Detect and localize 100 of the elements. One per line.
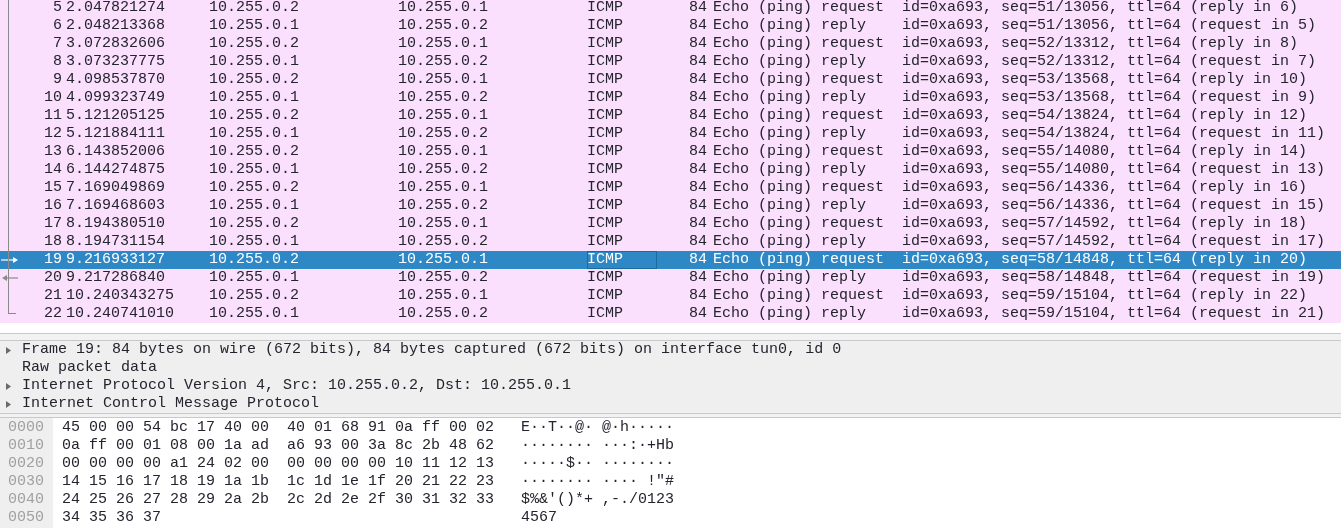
packet-row[interactable]: 11 5.121205125 10.255.0.2 10.255.0.1 ICMP 84 Echo (ping) request id=0xa693, seq=54/13824, ttl=64 (reply in 12)	[0, 107, 1341, 125]
packet-time: 4.098537870	[66, 71, 167, 89]
byte-offset: 0020	[7, 455, 45, 473]
packet-number: 8	[52, 53, 62, 71]
packet-protocol: ICMP	[587, 233, 624, 251]
packet-time: 5.121884111	[66, 125, 167, 143]
packet-row[interactable]: 17 8.194380510 10.255.0.2 10.255.0.1 ICMP 84 Echo (ping) request id=0xa693, seq=57/14592, ttl=64 (reply in 18)	[0, 215, 1341, 233]
packet-protocol: ICMP	[587, 125, 624, 143]
ascii-bytes: E··T··@· @·h·····	[521, 419, 675, 437]
packet-destination: 10.255.0.2	[398, 89, 489, 107]
packet-source: 10.255.0.1	[209, 161, 300, 179]
packet-destination: 10.255.0.2	[398, 161, 489, 179]
packet-destination: 10.255.0.1	[398, 0, 489, 17]
packet-protocol: ICMP	[587, 161, 624, 179]
packet-row[interactable]: 22 10.240741010 10.255.0.1 10.255.0.2 ICMP 84 Echo (ping) reply id=0xa693, seq=59/15104, ttl=64 (request in 21)	[0, 305, 1341, 323]
expand-triangle-icon[interactable]	[6, 401, 11, 408]
packet-info: Echo (ping) request id=0xa693, seq=53/13568, ttl=64 (reply in 10)	[713, 71, 1308, 89]
packet-time: 10.240343275	[66, 287, 176, 305]
packet-length: 84	[688, 125, 707, 143]
packet-info: Echo (ping) reply id=0xa693, seq=58/14848, ttl=64 (request in 19)	[713, 269, 1326, 287]
packet-row[interactable]: 6 2.048213368 10.255.0.1 10.255.0.2 ICMP 84 Echo (ping) reply id=0xa693, seq=51/13056, ttl=64 (request in 5)	[0, 17, 1341, 35]
detail-item[interactable]: Frame 19: 84 bytes on wire (672 bits), 84 bytes captured (672 bits) on interface tun0, id 0	[22, 341, 842, 359]
packet-protocol: ICMP	[587, 287, 624, 305]
packet-row[interactable]: 16 7.169468603 10.255.0.1 10.255.0.2 ICMP 84 Echo (ping) reply id=0xa693, seq=56/14336, ttl=64 (request in 15)	[0, 197, 1341, 215]
expand-triangle-icon[interactable]	[6, 383, 11, 390]
packet-source: 10.255.0.1	[209, 53, 300, 71]
packet-row[interactable]: 10 4.099323749 10.255.0.1 10.255.0.2 ICMP 84 Echo (ping) reply id=0xa693, seq=53/13568, ttl=64 (request in 9)	[0, 89, 1341, 107]
packet-destination: 10.255.0.1	[398, 179, 489, 197]
hex-bytes: 45 00 00 54 bc 17 40 00 40 01 68 91 0a ff 00 02	[62, 419, 496, 437]
packet-time: 2.047821274	[66, 0, 167, 17]
packet-row[interactable]: 5 2.047821274 10.255.0.2 10.255.0.1 ICMP 84 Echo (ping) request id=0xa693, seq=51/13056, ttl=64 (reply in 6)	[0, 0, 1341, 17]
hex-bytes: 14 15 16 17 18 19 1a 1b 1c 1d 1e 1f 20 21 22 23	[62, 473, 496, 491]
expand-triangle-icon[interactable]	[6, 347, 11, 354]
packet-row[interactable]: 20 9.217286840 10.255.0.1 10.255.0.2 ICMP 84 Echo (ping) reply id=0xa693, seq=58/14848, ttl=64 (request in 19)	[0, 269, 1341, 287]
packet-time: 8.194731154	[66, 233, 167, 251]
packet-row[interactable]: 15 7.169049869 10.255.0.2 10.255.0.1 ICMP 84 Echo (ping) request id=0xa693, seq=56/14336, ttl=64 (reply in 16)	[0, 179, 1341, 197]
packet-info: Echo (ping) request id=0xa693, seq=58/14848, ttl=64 (reply in 20)	[713, 251, 1308, 269]
packet-length: 84	[688, 71, 707, 89]
detail-item[interactable]: Internet Protocol Version 4, Src: 10.255.0.2, Dst: 10.255.0.1	[22, 377, 572, 395]
packet-destination: 10.255.0.2	[398, 197, 489, 215]
packet-info: Echo (ping) reply id=0xa693, seq=52/13312, ttl=64 (request in 7)	[713, 53, 1317, 71]
packet-source: 10.255.0.2	[209, 287, 300, 305]
packet-info: Echo (ping) request id=0xa693, seq=51/13056, ttl=64 (reply in 6)	[713, 0, 1299, 17]
packet-row[interactable]: 21 10.240343275 10.255.0.2 10.255.0.1 ICMP 84 Echo (ping) request id=0xa693, seq=59/15104, ttl=64 (reply in 22)	[0, 287, 1341, 305]
packet-row[interactable]: 18 8.194731154 10.255.0.1 10.255.0.2 ICMP 84 Echo (ping) reply id=0xa693, seq=57/14592, ttl=64 (request in 17)	[0, 233, 1341, 251]
packet-length: 84	[688, 305, 707, 323]
packet-time: 7.169049869	[66, 179, 167, 197]
packet-destination: 10.255.0.2	[398, 17, 489, 35]
packet-destination: 10.255.0.1	[398, 215, 489, 233]
byte-offset: 0040	[7, 491, 45, 509]
packet-protocol: ICMP	[587, 89, 624, 107]
detail-item[interactable]: Raw packet data	[22, 359, 158, 377]
byte-offset: 0050	[7, 509, 45, 527]
byte-offset: 0030	[7, 473, 45, 491]
packet-number: 15	[43, 179, 62, 197]
packet-row[interactable]: 9 4.098537870 10.255.0.2 10.255.0.1 ICMP 84 Echo (ping) request id=0xa693, seq=53/13568, ttl=64 (reply in 10)	[0, 71, 1341, 89]
packet-source: 10.255.0.2	[209, 35, 300, 53]
packet-info: Echo (ping) reply id=0xa693, seq=53/13568, ttl=64 (request in 9)	[713, 89, 1317, 107]
packet-row[interactable]: 7 3.072832606 10.255.0.2 10.255.0.1 ICMP 84 Echo (ping) request id=0xa693, seq=52/13312, ttl=64 (reply in 8)	[0, 35, 1341, 53]
packet-number: 14	[43, 161, 62, 179]
packet-info: Echo (ping) reply id=0xa693, seq=51/13056, ttl=64 (request in 5)	[713, 17, 1317, 35]
ascii-bytes: ········ ···:·+Hb	[521, 437, 675, 455]
packet-row[interactable]: 19 9.216933127 10.255.0.2 10.255.0.1 ICMP 84 Echo (ping) request id=0xa693, seq=58/14848, ttl=64 (reply in 20)	[0, 251, 1341, 269]
ascii-bytes: ·····$·· ········	[521, 455, 675, 473]
packet-source: 10.255.0.1	[209, 17, 300, 35]
packet-time: 9.217286840	[66, 269, 167, 287]
packet-length: 84	[688, 35, 707, 53]
packet-length: 84	[688, 143, 707, 161]
packet-info: Echo (ping) request id=0xa693, seq=55/14080, ttl=64 (reply in 14)	[713, 143, 1308, 161]
packet-row[interactable]: 8 3.073237775 10.255.0.1 10.255.0.2 ICMP 84 Echo (ping) reply id=0xa693, seq=52/13312, ttl=64 (request in 7)	[0, 53, 1341, 71]
packet-number: 7	[52, 35, 62, 53]
packet-destination: 10.255.0.2	[398, 269, 489, 287]
packet-row[interactable]: 14 6.144274875 10.255.0.1 10.255.0.2 ICMP 84 Echo (ping) reply id=0xa693, seq=55/14080, ttl=64 (request in 13)	[0, 161, 1341, 179]
packet-info: Echo (ping) request id=0xa693, seq=59/15104, ttl=64 (reply in 22)	[713, 287, 1308, 305]
packet-number: 21	[43, 287, 62, 305]
packet-source: 10.255.0.1	[209, 233, 300, 251]
packet-number: 22	[43, 305, 62, 323]
packet-info: Echo (ping) request id=0xa693, seq=52/13312, ttl=64 (reply in 8)	[713, 35, 1299, 53]
packet-number: 18	[43, 233, 62, 251]
packet-time: 3.072832606	[66, 35, 167, 53]
packet-length: 84	[688, 269, 707, 287]
hex-bytes: 0a ff 00 01 08 00 1a ad a6 93 00 3a 8c 2b 48 62	[62, 437, 496, 455]
packet-number: 12	[43, 125, 62, 143]
packet-number: 11	[43, 107, 62, 125]
packet-number: 9	[52, 71, 62, 89]
packet-row[interactable]: 12 5.121884111 10.255.0.1 10.255.0.2 ICMP 84 Echo (ping) reply id=0xa693, seq=54/13824, ttl=64 (request in 11)	[0, 125, 1341, 143]
packet-info: Echo (ping) reply id=0xa693, seq=54/13824, ttl=64 (request in 11)	[713, 125, 1326, 143]
packet-destination: 10.255.0.2	[398, 233, 489, 251]
detail-item[interactable]: Internet Control Message Protocol	[22, 395, 320, 413]
packet-destination: 10.255.0.2	[398, 53, 489, 71]
packet-protocol: ICMP	[587, 35, 624, 53]
packet-length: 84	[688, 287, 707, 305]
packet-protocol: ICMP	[587, 179, 624, 197]
packet-source: 10.255.0.2	[209, 251, 300, 269]
packet-time: 9.216933127	[66, 251, 167, 269]
packet-info: Echo (ping) reply id=0xa693, seq=59/15104, ttl=64 (request in 21)	[713, 305, 1326, 323]
hex-bytes: 00 00 00 00 a1 24 02 00 00 00 00 00 10 11 12 13	[62, 455, 496, 473]
packet-source: 10.255.0.1	[209, 305, 300, 323]
packet-row[interactable]: 13 6.143852006 10.255.0.2 10.255.0.1 ICMP 84 Echo (ping) request id=0xa693, seq=55/14080, ttl=64 (reply in 14)	[0, 143, 1341, 161]
packet-number: 20	[43, 269, 62, 287]
